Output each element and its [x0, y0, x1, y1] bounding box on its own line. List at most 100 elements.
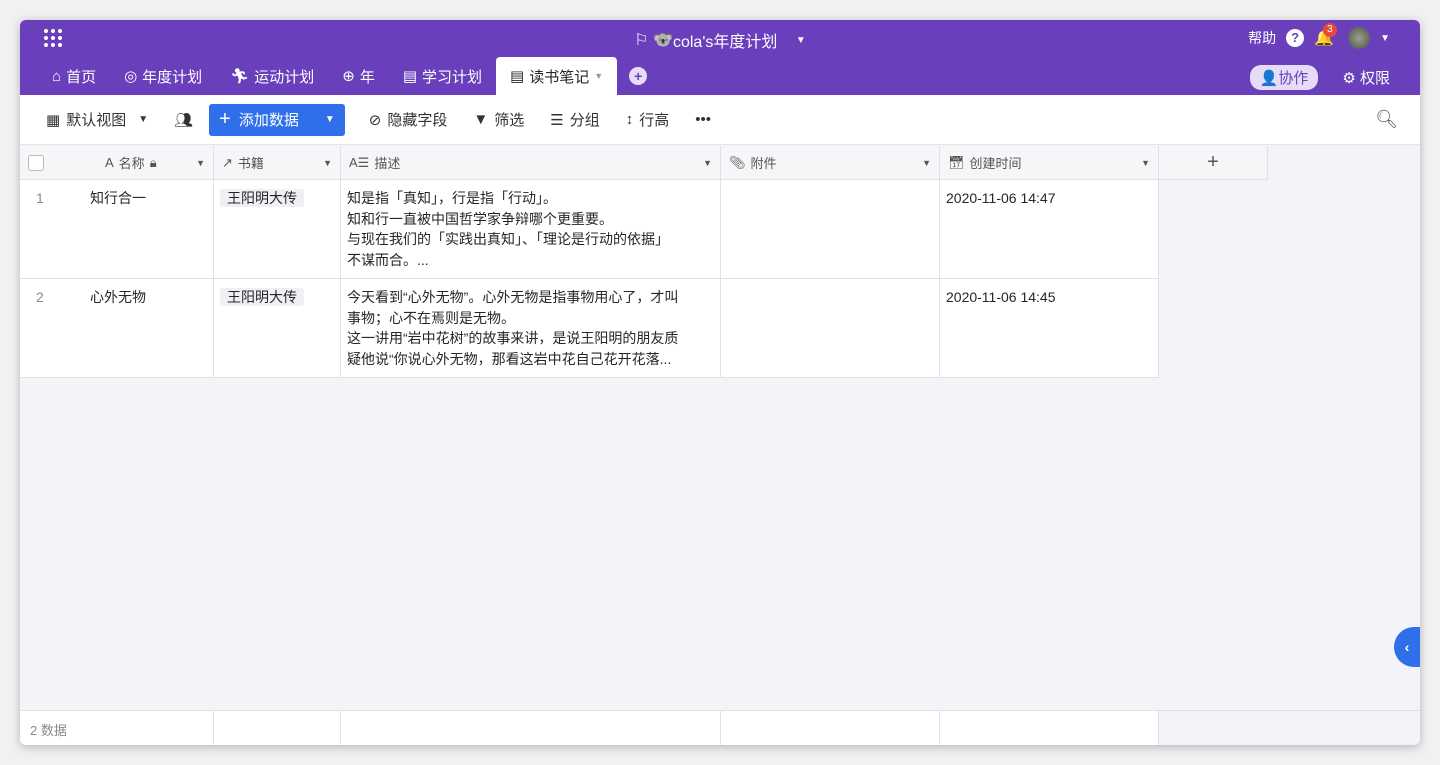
help-link[interactable]: 帮助	[1248, 28, 1276, 48]
desc-line: 今天看到“心外无物”。心外无物是指事物用心了，才叫	[347, 289, 679, 305]
filter-icon: ▼	[473, 111, 489, 128]
help-icon[interactable]: ?	[1286, 29, 1305, 47]
footer: 2 数据	[20, 710, 1420, 745]
table-row[interactable]: 1 知行合一 王阳明大传 知是指「真知」，行是指「行动」。知和行一直被中国哲学家争…	[20, 180, 1420, 279]
add-data-button[interactable]: + 添加数据 ▼	[209, 103, 345, 136]
toolbar: ▦ 默认视图 ▼ 👥︎ + 添加数据 ▼ ⊘ 隐藏字段 ▼ 筛选 ☰ 分组 ↕ 行高 ••• 🔍…	[20, 95, 1420, 145]
cell-created[interactable]: 2020-11-06 14:47	[940, 180, 1159, 279]
record-count: 2 数据	[20, 711, 214, 745]
link-icon: ↗	[222, 154, 233, 170]
tab-sport-plan[interactable]: 🏃︎ 运动计划	[216, 57, 328, 95]
desc-line: 事物；心不在焉则是无物。	[347, 309, 515, 326]
row-height-button[interactable]: ↕ 行高	[626, 109, 670, 130]
column-header-attachment[interactable]: 📎︎ 附件 ▼	[721, 146, 940, 180]
add-column-button[interactable]: +	[1159, 146, 1268, 180]
base-title[interactable]: ⚐ 🐨cola's年度计划 ▼	[20, 28, 1420, 52]
table-icon: ▦	[46, 111, 61, 129]
tab-reading-notes[interactable]: ▤ 读书笔记 ▼	[496, 57, 618, 95]
tab-study-plan[interactable]: ▤ 学习计划	[389, 57, 496, 95]
gear-icon: ⚙	[1342, 70, 1356, 87]
desc-line: 知是指「真知」，行是指「行动」。	[347, 190, 557, 206]
desc-line: 不谋而合。...	[347, 251, 429, 268]
bell-icon[interactable]: 🔔 3	[1314, 23, 1338, 48]
desc-line: 这一讲用“岩中花树”的故事来讲，是说王阳明的朋友质	[347, 330, 679, 346]
longtext-icon: A☰	[349, 154, 370, 170]
target-icon: ◎	[124, 68, 138, 85]
list-icon: ☰	[550, 111, 564, 129]
row-number: 1	[36, 190, 44, 206]
column-header-name[interactable]: A 名称 🔒︎ ▼	[20, 146, 214, 180]
header-row: A 名称 🔒︎ ▼ ↗ 书籍 ▼ A☰ 描述 ▼ 📎︎ 附件 ▼ 📅︎ 创建时间 ▼ +	[20, 146, 1420, 180]
select-all-checkbox[interactable]	[28, 154, 44, 171]
runner-icon: 🏃︎	[230, 68, 250, 85]
notification-badge: 3	[1323, 23, 1337, 37]
chevron-down-icon[interactable]: ▼	[796, 35, 806, 46]
cell-book: 王阳明大传	[214, 279, 341, 378]
name-value[interactable]: 知行合一	[90, 190, 146, 206]
created-value: 2020-11-06 14:47	[946, 190, 1056, 206]
flag-icon: ⚐	[634, 32, 649, 49]
group-button[interactable]: ☰ 分组	[550, 109, 599, 130]
chevron-down-icon[interactable]: ▼	[196, 158, 205, 168]
name-value[interactable]: 心外无物	[90, 289, 146, 305]
footer-cell	[721, 711, 940, 745]
chevron-down-icon[interactable]: ▼	[323, 158, 332, 168]
created-value: 2020-11-06 14:45	[946, 289, 1056, 305]
koala-icon: 🐨	[653, 32, 673, 49]
view-selector[interactable]: ▦ 默认视图 ▼	[46, 109, 148, 130]
cell-attachment[interactable]	[721, 279, 940, 378]
column-header-desc[interactable]: A☰ 描述 ▼	[341, 146, 721, 180]
footer-cell	[341, 711, 721, 745]
avatar[interactable]	[1348, 27, 1371, 49]
footer-cell	[940, 711, 1159, 745]
cell-created[interactable]: 2020-11-06 14:45	[940, 279, 1159, 378]
desc-line: 知和行一直被中国哲学家争辩哪个更重要。	[347, 210, 613, 227]
cell-name: 1 知行合一	[20, 180, 214, 279]
cell-attachment[interactable]	[721, 180, 940, 279]
paperclip-icon: 📎︎	[729, 154, 746, 170]
permission-button[interactable]: ⚙ 权限	[1342, 67, 1390, 88]
chevron-down-icon: ▼	[138, 114, 149, 125]
chevron-down-icon[interactable]: ▼	[922, 158, 931, 168]
column-header-book[interactable]: ↗ 书籍 ▼	[214, 146, 341, 180]
cell-name: 2 心外无物	[20, 279, 214, 378]
table-row[interactable]: 2 心外无物 王阳明大传 今天看到“心外无物”。心外无物是指事物用心了，才叫 事物；…	[20, 279, 1420, 378]
cell-desc[interactable]: 知是指「真知」，行是指「行动」。知和行一直被中国哲学家争辩哪个更重要。与现在我们…	[341, 180, 721, 279]
filter-button[interactable]: ▼ 筛选	[473, 109, 524, 130]
column-header-created[interactable]: 📅︎ 创建时间 ▼	[940, 146, 1159, 180]
cell-desc[interactable]: 今天看到“心外无物”。心外无物是指事物用心了，才叫 事物；心不在焉则是无物。这一讲…	[341, 279, 721, 378]
book-tag[interactable]: 王阳明大传	[220, 189, 304, 207]
tab-year[interactable]: ⊕ 年	[328, 57, 389, 95]
row-height-icon: ↕	[625, 111, 634, 128]
book-tag[interactable]: 王阳明大传	[220, 288, 304, 306]
row-number: 2	[36, 289, 44, 305]
chevron-down-icon[interactable]: ▼	[1380, 33, 1390, 44]
more-icon[interactable]: •••	[695, 111, 711, 128]
chevron-down-icon[interactable]: ▼	[703, 158, 712, 168]
chevron-down-icon[interactable]: ▼	[1141, 158, 1150, 168]
search-icon[interactable]: 🔍︎	[1375, 109, 1398, 130]
add-tab-button[interactable]: +	[629, 67, 648, 85]
chevron-down-icon[interactable]: ▼	[594, 71, 603, 81]
header: ⚐ 🐨cola's年度计划 ▼ 帮助 ? 🔔 3 ▼ ⌂ 首页 ◎ 年度计划 🏃︎ 运动…	[20, 20, 1420, 95]
cell-book: 王阳明大传	[214, 180, 341, 279]
book-icon: ▤	[402, 68, 418, 85]
collaborate-button[interactable]: 👤协作	[1249, 65, 1319, 90]
calendar-icon: 📅︎	[948, 154, 965, 170]
members-icon[interactable]: 👥︎	[174, 111, 193, 129]
chevron-down-icon[interactable]: ▼	[325, 114, 335, 125]
desc-line: 与现在我们的「实践出真知」、「理论是行动的依据」	[347, 231, 669, 247]
footer-cell	[214, 711, 341, 745]
app-window: ⚐ 🐨cola's年度计划 ▼ 帮助 ? 🔔 3 ▼ ⌂ 首页 ◎ 年度计划 🏃︎ 运动…	[20, 20, 1420, 745]
eye-off-icon: ⊘	[368, 111, 382, 129]
tab-annual-plan[interactable]: ◎ 年度计划	[110, 57, 216, 95]
lock-icon: 🔒︎	[149, 154, 157, 170]
desc-line: 疑他说“你说心外无物，那看这岩中花自己花开花落...	[347, 350, 672, 367]
tab-home[interactable]: ⌂ 首页	[38, 57, 110, 95]
data-grid: A 名称 🔒︎ ▼ ↗ 书籍 ▼ A☰ 描述 ▼ 📎︎ 附件 ▼ 📅︎ 创建时间 ▼ + 1 知行合一 …	[20, 146, 1420, 378]
globe-icon: ⊕	[342, 68, 355, 85]
hide-fields-button[interactable]: ⊘ 隐藏字段	[369, 109, 448, 130]
home-icon: ⌂	[52, 67, 62, 85]
text-type-icon: A	[105, 155, 114, 170]
collapse-panel-button[interactable]: ‹	[1394, 627, 1420, 667]
